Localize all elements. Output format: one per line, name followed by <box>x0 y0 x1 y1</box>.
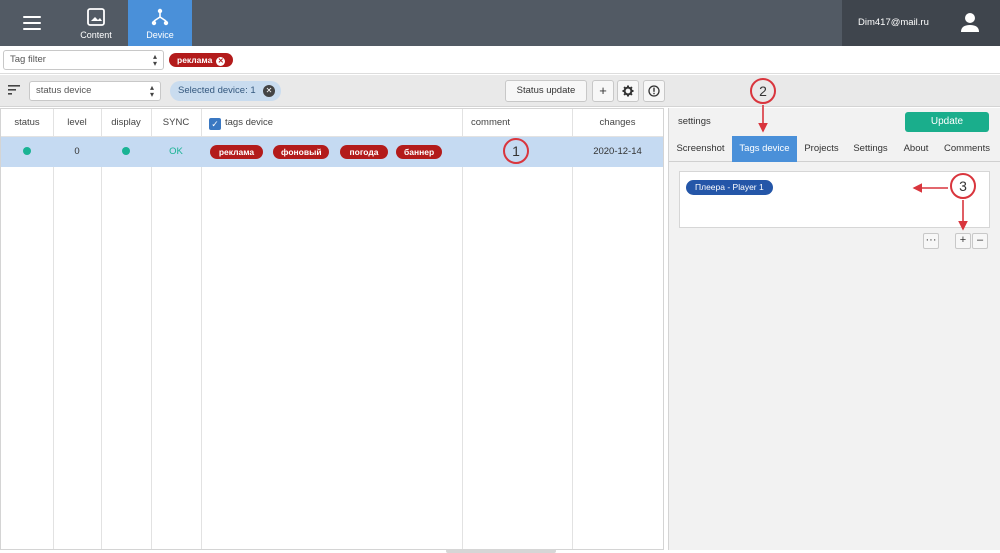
status-device-value: status device <box>36 85 92 96</box>
active-tag-chip[interactable]: реклама ✕ <box>169 53 234 67</box>
tags-cell: реклама фоновый погода баннер <box>201 137 462 167</box>
display-cell <box>101 137 151 167</box>
person-icon <box>961 13 979 32</box>
device-player-tag[interactable]: Плеера - Player 1 <box>686 180 773 195</box>
tab-projects[interactable]: Projects <box>797 136 846 162</box>
column-header-status[interactable]: status <box>1 109 53 137</box>
device-tag-chip[interactable]: баннер <box>396 145 442 159</box>
status-update-button[interactable]: Status update <box>505 80 587 102</box>
table-header: status level display SYNC ✓ tags device c… <box>1 109 663 137</box>
nav-tab-device[interactable]: Device <box>128 0 192 46</box>
sort-icon[interactable] <box>8 85 20 95</box>
info-button[interactable] <box>643 80 665 102</box>
device-tag-chip[interactable]: погода <box>340 145 388 159</box>
device-tag-chip[interactable]: реклама <box>210 145 263 159</box>
device-toolbar: status device ▴ ▾ Selected device: 1 ✕ St… <box>0 75 1000 107</box>
sync-cell: OK <box>169 146 183 157</box>
horizontal-scrollbar[interactable] <box>446 549 556 553</box>
column-divider <box>572 109 573 549</box>
annotation-marker-2: 2 <box>750 78 776 104</box>
tab-screenshot[interactable]: Screenshot <box>669 136 732 162</box>
active-tag-label: реклама <box>177 55 213 65</box>
tab-tags-device[interactable]: Tags device <box>732 136 797 162</box>
settings-panel: settings Update Screenshot Tags device P… <box>668 108 1000 550</box>
image-icon <box>87 8 105 26</box>
column-divider <box>53 109 54 549</box>
device-tags-box: Плеера - Player 1 <box>679 171 990 228</box>
settings-button[interactable] <box>617 80 639 102</box>
column-divider <box>151 109 152 549</box>
hamburger-menu-icon[interactable] <box>16 12 48 34</box>
nav-tab-content[interactable]: Content <box>64 0 128 46</box>
add-tag-button[interactable]: + <box>955 233 971 249</box>
column-header-comment[interactable]: comment <box>471 109 510 137</box>
status-cell <box>1 137 53 167</box>
column-header-tags[interactable]: ✓ tags device <box>209 109 273 137</box>
display-status-dot-icon <box>122 147 130 155</box>
column-divider <box>201 109 202 549</box>
user-email[interactable]: Dim417@mail.ru <box>842 0 944 46</box>
column-header-changes[interactable]: changes <box>572 109 663 137</box>
remove-tag-button[interactable]: – <box>972 233 988 249</box>
column-header-level[interactable]: level <box>53 109 101 137</box>
column-divider <box>462 109 463 549</box>
info-icon <box>648 85 660 97</box>
tag-filter-placeholder: Tag filter <box>10 54 46 65</box>
remove-tag-icon[interactable]: ✕ <box>216 57 226 66</box>
table-row[interactable]: 0 OK реклама фоновый погода баннер 2020-… <box>1 137 663 167</box>
panel-header: settings Update <box>669 108 1000 136</box>
top-bar: Content Device Dim417@mail.ru <box>0 0 1000 46</box>
filter-row: Tag filter ▴ ▾ реклама ✕ <box>0 46 1000 74</box>
status-device-select[interactable]: status device ▴ ▾ <box>29 81 161 101</box>
gear-icon <box>622 85 634 97</box>
level-cell: 0 <box>74 146 80 157</box>
update-button[interactable]: Update <box>905 112 989 132</box>
select-arrows-icon: ▴ ▾ <box>152 52 157 68</box>
tab-settings[interactable]: Settings <box>846 136 895 162</box>
column-header-tags-label: tags device <box>225 117 274 128</box>
column-header-display[interactable]: display <box>101 109 151 137</box>
select-arrows-icon: ▴ ▾ <box>149 83 154 99</box>
tab-about[interactable]: About <box>895 136 937 162</box>
checkbox-checked-icon[interactable]: ✓ <box>209 118 221 130</box>
column-divider <box>101 109 102 549</box>
selected-devices-badge: Selected device: 1 ✕ <box>170 81 281 101</box>
nav-tab-content-label: Content <box>80 30 112 40</box>
tag-filter-select[interactable]: Tag filter ▴ ▾ <box>3 50 164 70</box>
column-header-sync[interactable]: SYNC <box>151 109 201 137</box>
annotation-marker-3: 3 <box>950 173 976 199</box>
device-tag-chip[interactable]: фоновый <box>273 145 329 159</box>
online-status-dot-icon <box>23 147 31 155</box>
changes-cell: 2020-12-14 <box>593 146 642 157</box>
more-button[interactable]: ··· <box>923 233 939 249</box>
add-button[interactable]: + <box>592 80 614 102</box>
nav-tab-device-label: Device <box>146 30 174 40</box>
device-table: status level display SYNC ✓ tags device c… <box>0 108 664 550</box>
network-icon <box>151 8 169 26</box>
selected-devices-label: Selected device: 1 <box>178 85 256 96</box>
user-icon[interactable] <box>944 0 1000 46</box>
clear-selection-icon[interactable]: ✕ <box>263 85 275 97</box>
panel-title: settings <box>678 116 711 127</box>
tab-comments[interactable]: Comments <box>937 136 997 162</box>
annotation-marker-1: 1 <box>503 138 529 164</box>
panel-tabs: Screenshot Tags device Projects Settings… <box>669 136 1000 162</box>
